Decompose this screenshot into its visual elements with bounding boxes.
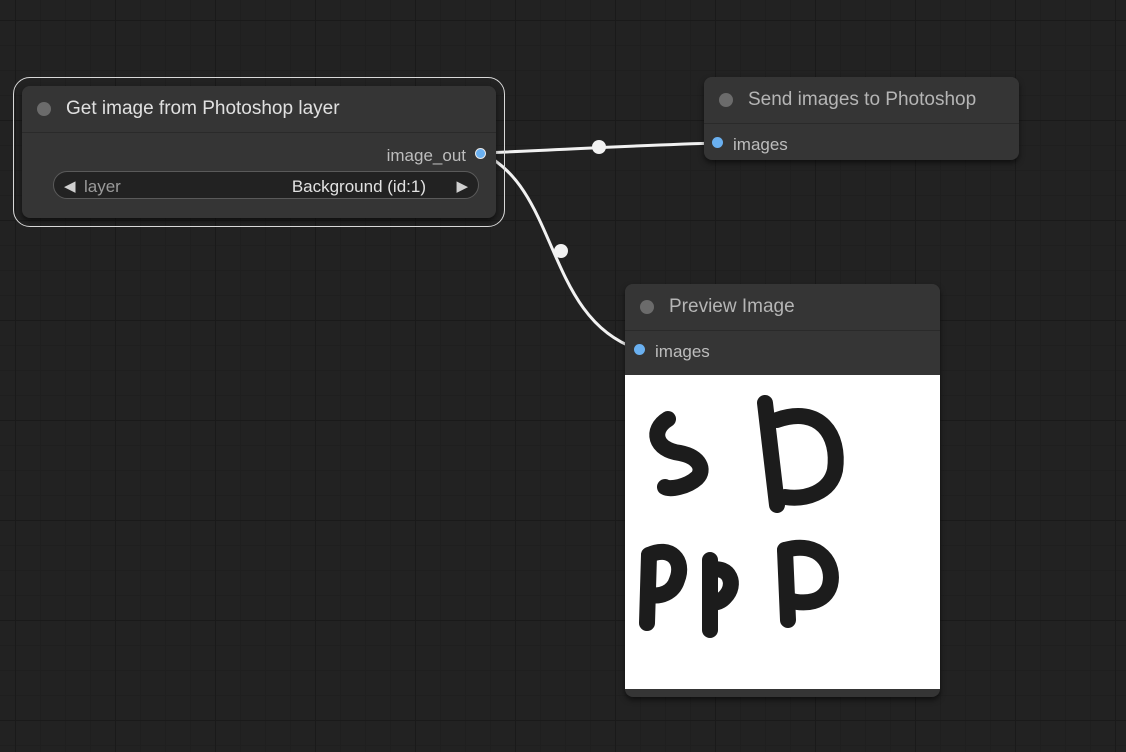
node-get-image-from-photoshop-layer[interactable]: Get image from Photoshop layer image_out… bbox=[13, 77, 505, 227]
link-midpoint-send[interactable] bbox=[592, 140, 606, 154]
node-title: Send images to Photoshop bbox=[748, 89, 977, 110]
graph-canvas[interactable]: Get image from Photoshop layer image_out… bbox=[0, 0, 1126, 752]
preview-image bbox=[625, 375, 940, 689]
link-midpoint-preview[interactable] bbox=[554, 244, 568, 258]
node-preview-image[interactable]: Preview Image images bbox=[625, 284, 940, 697]
node-title-bar[interactable]: Preview Image bbox=[625, 284, 940, 331]
node-title-bar[interactable]: Send images to Photoshop bbox=[704, 77, 1019, 124]
combo-widget-value[interactable]: Background (id:1) bbox=[292, 177, 426, 197]
output-slot-row: image_out bbox=[22, 137, 496, 171]
combo-right-arrow-icon[interactable]: ▶ bbox=[456, 177, 468, 195]
combo-left-arrow-icon[interactable]: ◀ bbox=[64, 177, 76, 195]
input-slot-label: images bbox=[733, 135, 788, 154]
combo-widget-name: layer bbox=[84, 177, 121, 196]
collapse-toggle-icon[interactable] bbox=[37, 102, 51, 116]
input-slot-row: images bbox=[704, 126, 1019, 160]
input-slot-images[interactable] bbox=[634, 344, 645, 355]
node-title: Preview Image bbox=[669, 296, 795, 317]
node-send-images-to-photoshop[interactable]: Send images to Photoshop images bbox=[704, 77, 1019, 160]
node-title-bar[interactable]: Get image from Photoshop layer bbox=[22, 86, 496, 133]
input-slot-row: images bbox=[625, 333, 940, 367]
collapse-toggle-icon[interactable] bbox=[719, 93, 733, 107]
node-title: Get image from Photoshop layer bbox=[66, 98, 340, 119]
layer-combo-widget[interactable]: ◀ layer Background (id:1) ▶ bbox=[53, 171, 479, 199]
preview-drawing bbox=[639, 395, 844, 638]
input-slot-label: images bbox=[655, 342, 710, 361]
input-slot-images[interactable] bbox=[712, 137, 723, 148]
output-slot-image-out[interactable] bbox=[475, 148, 486, 159]
output-slot-label: image_out bbox=[386, 146, 466, 165]
collapse-toggle-icon[interactable] bbox=[640, 300, 654, 314]
